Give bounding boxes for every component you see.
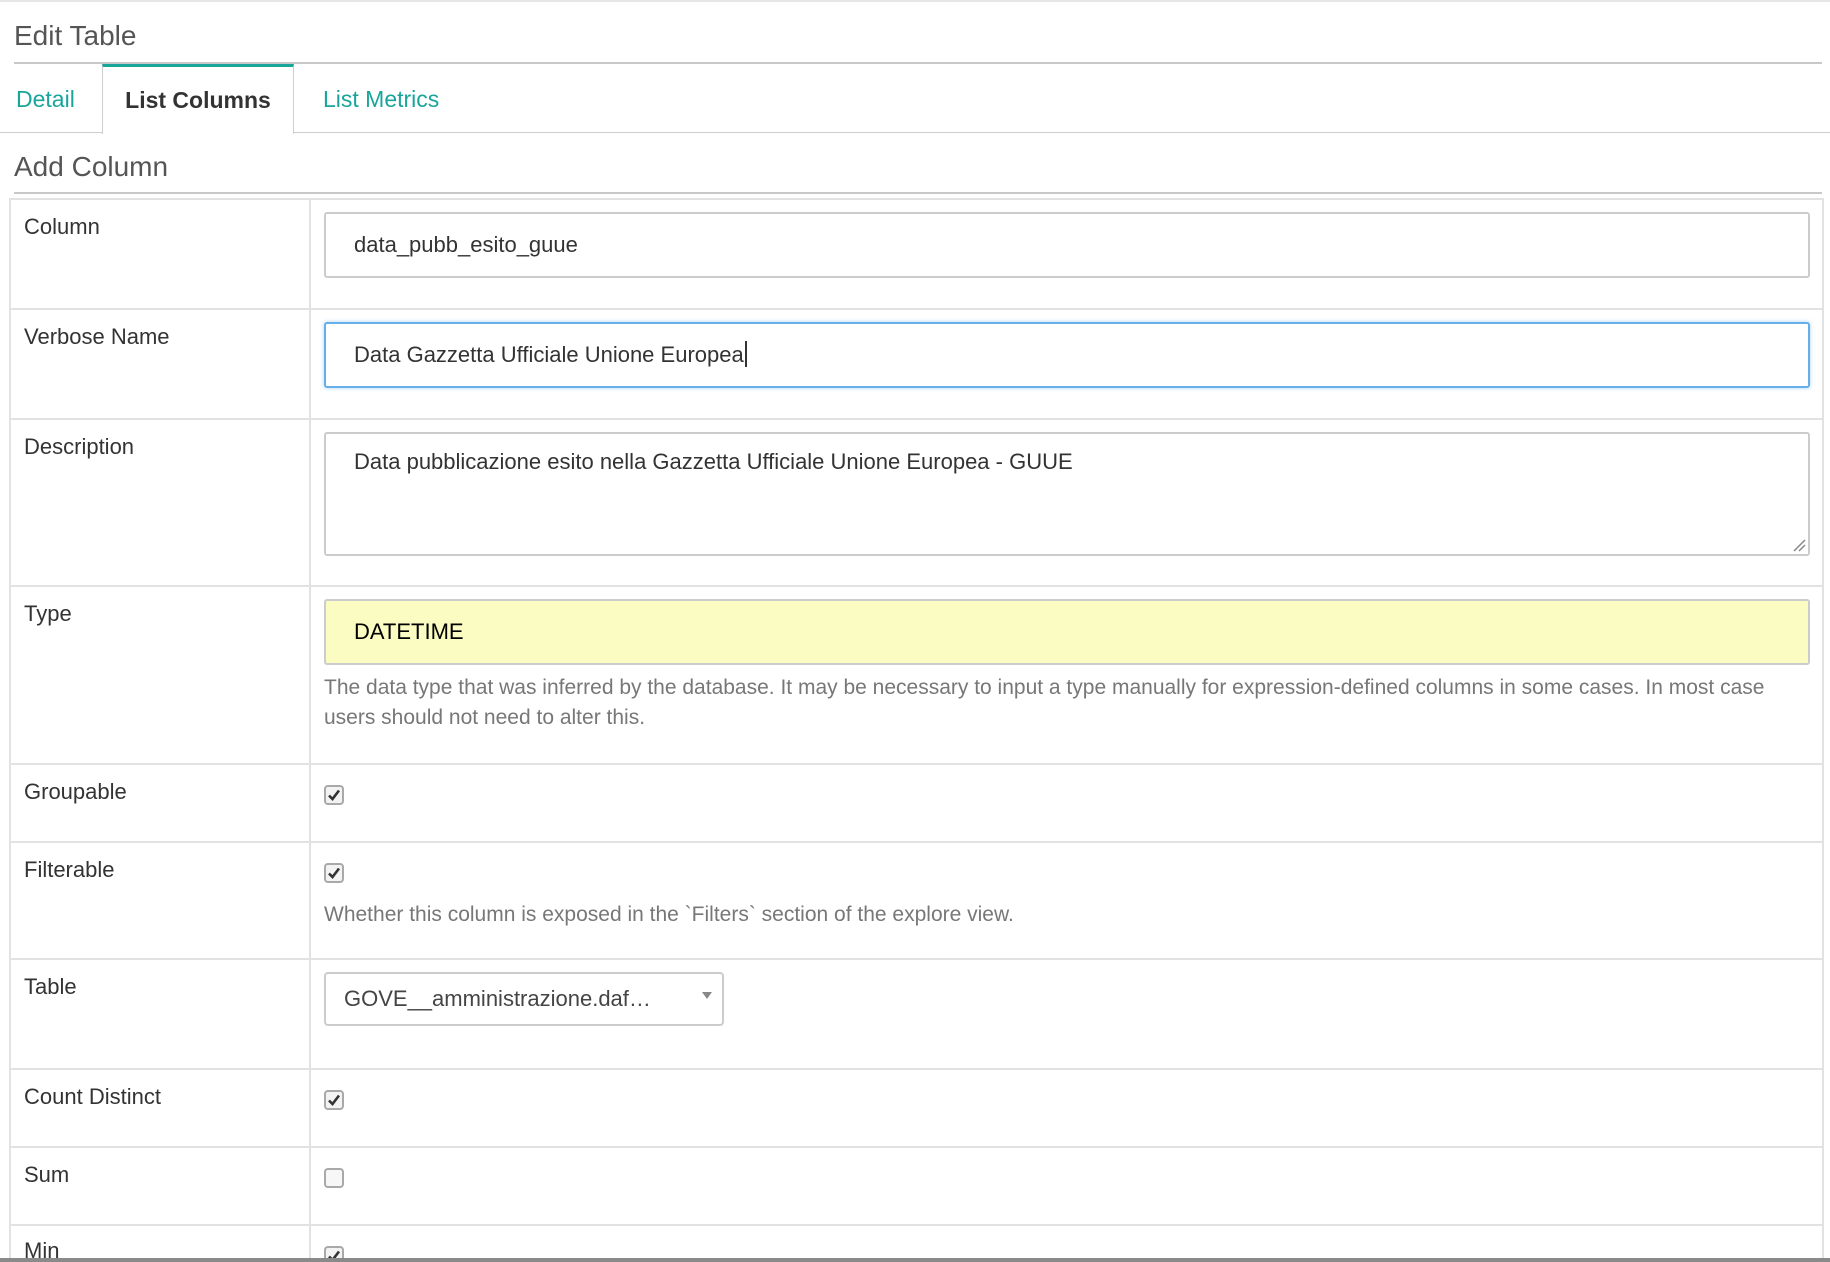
min-label: Min [24,1238,60,1258]
tab-list-metrics[interactable]: List Metrics [323,64,439,133]
form-row-filterable: Filterable Whether this column is expose… [9,841,1824,958]
groupable-label: Groupable [24,779,127,804]
column-label: Column [24,214,100,239]
filterable-label: Filterable [24,857,115,882]
form-row-column: Column data_pubb_esito_guue [9,198,1824,308]
form-row-count-distinct: Count Distinct [9,1068,1824,1146]
count-distinct-label: Count Distinct [24,1084,161,1109]
type-help-text: The data type that was inferred by the d… [324,676,1765,729]
groupable-checkbox[interactable] [324,785,344,805]
description-value: Data pubblicazione esito nella Gazzetta … [354,449,1073,474]
verbose-name-label: Verbose Name [24,324,170,349]
filterable-help-text: Whether this column is exposed in the `F… [324,903,1014,926]
form-row-verbose-name: Verbose Name Data Gazzetta Ufficiale Uni… [9,308,1824,418]
type-input[interactable]: DATETIME [324,599,1810,665]
table-select-value: GOVE__amministrazione.daf… [344,986,651,1011]
bottom-border [0,1258,1830,1262]
form-row-sum: Sum [9,1146,1824,1224]
top-border [0,0,1830,2]
form-row-min: Min [9,1224,1824,1258]
description-textarea[interactable]: Data pubblicazione esito nella Gazzetta … [324,432,1810,556]
description-label: Description [24,434,135,459]
form-row-description: Description Data pubblicazione esito nel… [9,418,1824,585]
filterable-checkbox[interactable] [324,863,344,883]
column-input[interactable]: data_pubb_esito_guue [324,212,1810,278]
count-distinct-checkbox[interactable] [324,1090,344,1110]
verbose-name-value: Data Gazzetta Ufficiale Unione Europea [354,342,744,367]
verbose-name-input[interactable]: Data Gazzetta Ufficiale Unione Europea [324,322,1810,388]
table-select[interactable]: GOVE__amministrazione.daf… [324,972,724,1026]
form-row-type: Type DATETIME The data type that was inf… [9,585,1824,763]
checkmark-icon [328,789,341,801]
sum-label: Sum [24,1162,70,1187]
sum-checkbox[interactable] [324,1168,344,1188]
text-caret [744,341,747,368]
form-row-table: Table GOVE__amministrazione.daf… [9,958,1824,1068]
type-label: Type [24,601,72,626]
page-title: Edit Table [14,20,137,51]
resize-grip-icon[interactable] [1792,538,1806,552]
tab-list-columns[interactable]: List Columns [102,64,294,134]
table-label: Table [24,974,77,999]
checkmark-icon [328,1094,341,1106]
checkmark-icon [328,867,341,879]
section-title: Add Column [14,151,169,182]
tab-detail[interactable]: Detail [16,64,75,133]
min-checkbox[interactable] [324,1246,344,1258]
form-row-groupable: Groupable [9,763,1824,841]
dropdown-caret-icon [702,992,712,999]
checkmark-icon [328,1250,341,1258]
tab-bar: Detail List Columns List Metrics [0,64,1830,134]
section-divider [14,192,1822,194]
